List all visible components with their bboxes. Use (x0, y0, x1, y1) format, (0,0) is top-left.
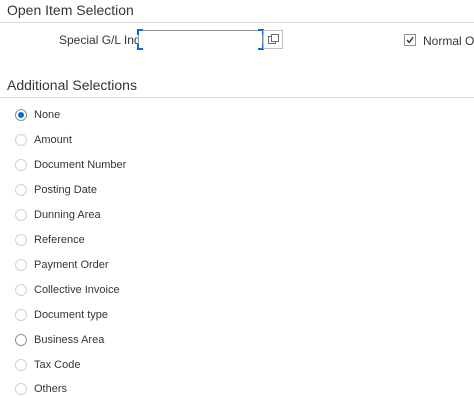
radio-label: Others (34, 383, 68, 395)
checkmark-icon (406, 36, 414, 44)
focus-corner (137, 29, 143, 35)
radio-label: Amount (34, 134, 72, 146)
radio-button[interactable] (15, 383, 27, 395)
radio-label: Reference (34, 234, 85, 246)
radio-label: Business Area (34, 334, 105, 346)
radio-label: Payment Order (34, 259, 109, 271)
radio-label: Document type (34, 309, 108, 321)
additional-selections-title: Additional Selections (7, 77, 137, 93)
radio-button[interactable] (15, 209, 27, 221)
radio-button[interactable] (15, 259, 27, 271)
radio-button[interactable] (15, 359, 27, 371)
normal-oi-checkbox[interactable] (404, 34, 416, 46)
radio-label: Collective Invoice (34, 284, 120, 296)
radio-button[interactable] (15, 284, 27, 296)
special-gl-ind-field[interactable] (137, 29, 264, 50)
special-gl-ind-input[interactable] (139, 31, 262, 49)
radio-label: None (34, 109, 61, 121)
focus-corner (137, 44, 143, 50)
open-item-selection-header: Open Item Selection (0, 0, 474, 23)
radio-button[interactable] (15, 159, 27, 171)
radio-button[interactable] (15, 234, 27, 246)
radio-button[interactable] (15, 309, 27, 321)
radio-label: Posting Date (34, 184, 97, 196)
value-help-button[interactable] (263, 30, 283, 49)
additional-selections-header: Additional Selections (0, 75, 474, 98)
radio-button[interactable] (15, 109, 27, 121)
radio-button[interactable] (15, 334, 27, 346)
radio-button[interactable] (15, 184, 27, 196)
value-help-icon (267, 34, 279, 44)
radio-label: Tax Code (34, 359, 81, 371)
open-item-selection-title: Open Item Selection (7, 2, 134, 18)
radio-button[interactable] (15, 134, 27, 146)
normal-oi-label: Normal OI (423, 34, 474, 48)
special-gl-ind-label: Special G/L Ind: (59, 33, 144, 47)
radio-label: Dunning Area (34, 209, 101, 221)
radio-label: Document Number (34, 159, 127, 171)
